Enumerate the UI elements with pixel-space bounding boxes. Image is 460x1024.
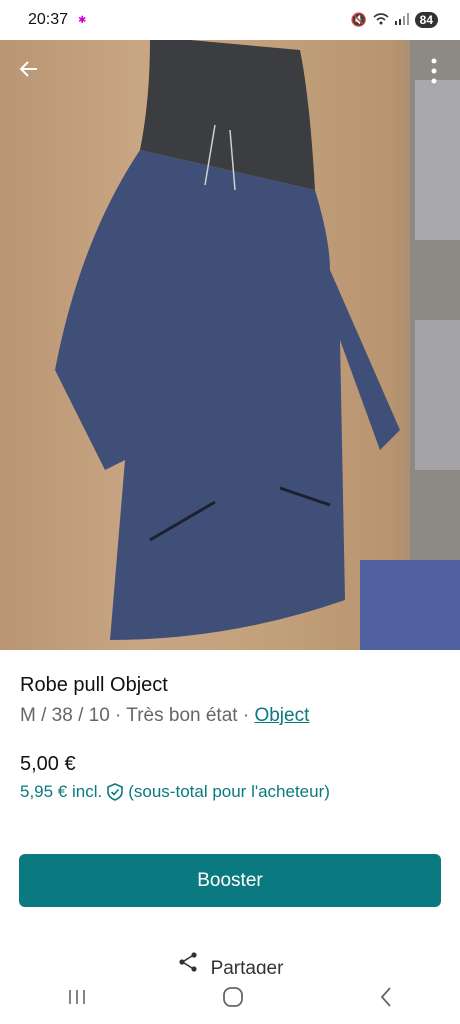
shield-check-icon	[107, 783, 124, 801]
back-button[interactable]	[14, 54, 44, 84]
chevron-left-icon	[380, 986, 391, 1007]
price-incl-row[interactable]: 5,95 € incl. (sous-total pour l'acheteur…	[20, 782, 440, 802]
price-incl-note: (sous-total pour l'acheteur)	[128, 782, 330, 801]
item-attributes: M / 38 / 10 · Très bon état ·	[20, 705, 255, 726]
notification-icon: ✱	[78, 14, 87, 26]
signal-icon	[394, 12, 409, 28]
boost-button[interactable]: Booster	[19, 854, 441, 907]
wifi-icon	[373, 12, 389, 28]
system-nav-bar	[0, 974, 460, 1024]
more-vertical-icon	[431, 58, 437, 84]
status-bar: 20:37 ✱ 🔇 84	[0, 0, 460, 40]
mute-icon: 🔇	[350, 12, 367, 27]
battery-icon: 84	[414, 12, 438, 28]
status-time: 20:37	[28, 11, 69, 28]
arrow-left-icon	[19, 61, 37, 77]
recents-icon	[69, 989, 86, 1004]
dress-illustration	[55, 40, 460, 650]
recents-button[interactable]	[67, 988, 87, 1011]
item-meta: M / 38 / 10 · Très bon état · Object	[20, 705, 440, 727]
item-price: 5,00 €	[20, 753, 76, 775]
brand-link[interactable]: Object	[254, 705, 309, 726]
home-button[interactable]	[222, 986, 244, 1013]
system-back-button[interactable]	[379, 986, 393, 1013]
share-icon	[178, 952, 197, 972]
item-title: Robe pull Object	[20, 674, 168, 696]
item-photo[interactable]	[0, 40, 460, 650]
home-icon	[223, 986, 243, 1007]
more-options-button[interactable]	[422, 54, 446, 88]
item-info: Robe pull Object M / 38 / 10 · Très bon …	[0, 650, 460, 802]
price-incl: 5,95 € incl.	[20, 782, 103, 801]
